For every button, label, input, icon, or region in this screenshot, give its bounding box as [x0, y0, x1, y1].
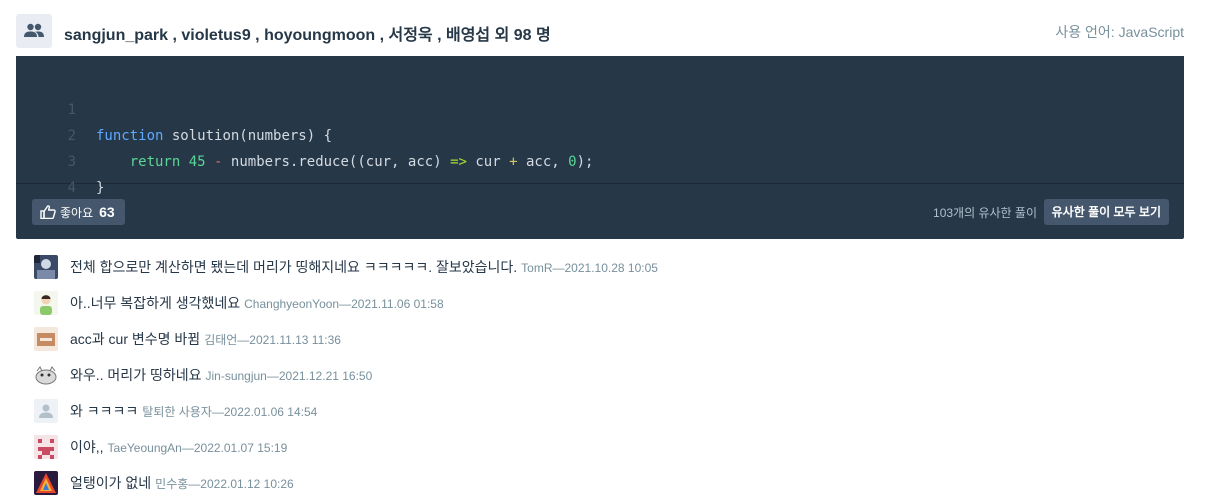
- comment-body: 이야,, TaeYeoungAn—2022.01.07 15:19: [70, 437, 287, 457]
- code-text: function solution(numbers) {: [96, 128, 333, 144]
- comment-item: 이야,, TaeYeoungAn—2022.01.07 15:19: [32, 429, 1200, 465]
- comment-meta[interactable]: ChanghyeonYoon—2021.11.06 01:58: [244, 297, 444, 311]
- comment-meta[interactable]: Jin-sungjun—2021.12.21 16:50: [205, 369, 372, 383]
- comment-meta[interactable]: 탈퇴한 사용자—2022.01.06 14:54: [142, 405, 317, 419]
- code-line: 2 return 45 - numbers.reduce((cur, acc) …: [16, 97, 594, 170]
- comment-text: 전체 합으로만 계산하면 됐는데 머리가 띵해지네요 ㅋㅋㅋㅋㅋ. 잘보았습니다…: [70, 259, 518, 275]
- code-area[interactable]: 1 function solution(numbers) { 2 return …: [16, 56, 1184, 196]
- solution-footer: 좋아요 63 103개의 유사한 풀이 유사한 풀이 모두 보기: [16, 184, 1184, 239]
- comment-item: 와 ㅋㅋㅋㅋ 탈퇴한 사용자—2022.01.06 14:54: [32, 393, 1200, 429]
- avatar[interactable]: [34, 471, 58, 495]
- comment-text: acc과 cur 변수명 바뀜: [70, 331, 201, 347]
- avatar[interactable]: [34, 399, 58, 423]
- avatar[interactable]: [34, 255, 58, 279]
- like-count: 63: [99, 204, 115, 220]
- comment-list: 전체 합으로만 계산하면 됐는데 머리가 띵해지네요 ㅋㅋㅋㅋㅋ. 잘보았습니다…: [32, 249, 1200, 501]
- language-label: 사용 언어:: [1055, 24, 1115, 40]
- avatar[interactable]: [34, 291, 58, 315]
- comment-body: 얼탱이가 없네 민수홍—2022.01.12 10:26: [70, 473, 294, 493]
- comment-text: 이야,,: [70, 439, 104, 455]
- comment-body: 와 ㅋㅋㅋㅋ 탈퇴한 사용자—2022.01.06 14:54: [70, 401, 317, 421]
- language-value: JavaScript: [1118, 24, 1184, 40]
- comment-body: 아..너무 복잡하게 생각했네요 ChanghyeonYoon—2021.11.0…: [70, 293, 444, 313]
- comment-body: 전체 합으로만 계산하면 됐는데 머리가 띵해지네요 ㅋㅋㅋㅋㅋ. 잘보았습니다…: [70, 257, 658, 277]
- solution-header: sangjun_park , violetus9 , hoyoungmoon ,…: [16, 0, 1184, 56]
- solution-card: sangjun_park , violetus9 , hoyoungmoon ,…: [16, 0, 1184, 495]
- comment-item: acc과 cur 변수명 바뀜 김태언—2021.11.13 11:36: [32, 321, 1200, 357]
- comment-item: 아..너무 복잡하게 생각했네요 ChanghyeonYoon—2021.11.0…: [32, 285, 1200, 321]
- code-viewer: 1 function solution(numbers) { 2 return …: [16, 56, 1184, 239]
- language-indicator: 사용 언어: JavaScript: [1055, 22, 1184, 42]
- comment-item: 전체 합으로만 계산하면 됐는데 머리가 띵해지네요 ㅋㅋㅋㅋㅋ. 잘보았습니다…: [32, 249, 1200, 285]
- comment-meta[interactable]: TaeYeoungAn—2022.01.07 15:19: [108, 441, 288, 455]
- group-icon: [16, 14, 52, 48]
- code-line: 1 function solution(numbers) {: [16, 71, 332, 144]
- view-similar-solutions-button[interactable]: 유사한 풀이 모두 보기: [1043, 199, 1169, 225]
- comment-meta[interactable]: TomR—2021.10.28 10:05: [521, 261, 658, 275]
- comment-text: 와우.. 머리가 띵하네요: [70, 367, 202, 383]
- thumbs-up-icon: [40, 205, 56, 219]
- comment-body: acc과 cur 변수명 바뀜 김태언—2021.11.13 11:36: [70, 329, 341, 349]
- similar-solutions-count: 103개의 유사한 풀이: [933, 206, 1037, 220]
- avatar[interactable]: [34, 435, 58, 459]
- code-line: 3 }: [16, 123, 105, 196]
- code-line: 4: [16, 149, 83, 196]
- comment-text: 얼탱이가 없네: [70, 475, 152, 491]
- comment-text: 와 ㅋㅋㅋㅋ: [70, 403, 139, 419]
- like-label: 좋아요: [60, 205, 94, 220]
- comment-meta[interactable]: 김태언—2021.11.13 11:36: [204, 333, 341, 347]
- author-names: sangjun_park , violetus9 , hoyoungmoon ,…: [64, 27, 551, 44]
- code-text: return 45 - numbers.reduce((cur, acc) =>…: [129, 154, 594, 170]
- comment-text: 아..너무 복잡하게 생각했네요: [70, 295, 241, 311]
- comment-meta[interactable]: 민수홍—2022.01.12 10:26: [155, 477, 294, 491]
- comment-body: 와우.. 머리가 띵하네요 Jin-sungjun—2021.12.21 16:5…: [70, 365, 372, 385]
- avatar[interactable]: [34, 363, 58, 387]
- like-button[interactable]: 좋아요 63: [32, 199, 125, 225]
- avatar[interactable]: [34, 327, 58, 351]
- comment-item: 얼탱이가 없네 민수홍—2022.01.12 10:26: [32, 465, 1200, 501]
- comment-item: 와우.. 머리가 띵하네요 Jin-sungjun—2021.12.21 16:5…: [32, 357, 1200, 393]
